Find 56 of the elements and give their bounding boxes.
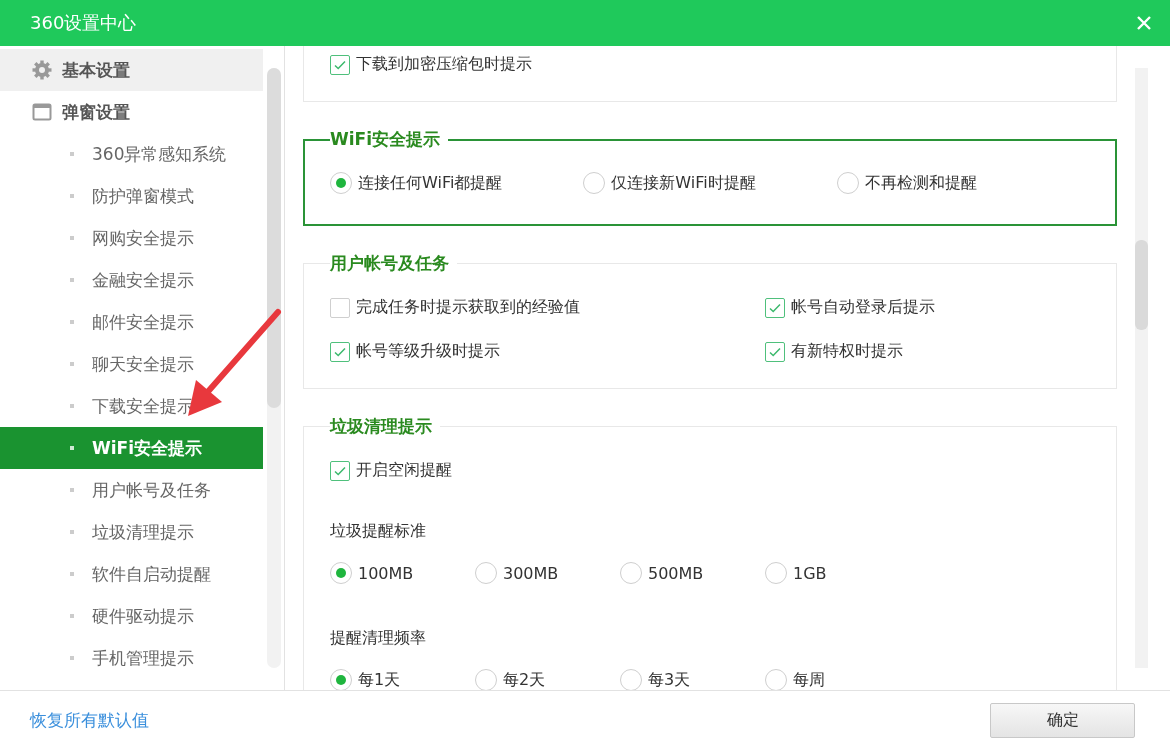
sidebar-item[interactable]: 用户帐号及任务 bbox=[0, 469, 263, 511]
scrollbar[interactable] bbox=[1135, 68, 1148, 668]
radio-option[interactable]: 仅连接新WiFi时提醒 bbox=[583, 172, 756, 194]
group-title: WiFi安全提示 bbox=[330, 128, 442, 151]
radio-option[interactable]: 每1天 bbox=[330, 669, 401, 690]
group-title: 垃圾清理提示 bbox=[330, 415, 433, 438]
radio-option[interactable]: 100MB bbox=[330, 562, 414, 584]
radio-option[interactable]: 1GB bbox=[765, 562, 827, 584]
radio-option[interactable]: 每3天 bbox=[620, 669, 691, 690]
scrollbar[interactable] bbox=[267, 68, 281, 668]
sidebar-item[interactable]: 手机管理提示 bbox=[0, 637, 263, 679]
checkbox[interactable]: 帐号自动登录后提示 bbox=[765, 297, 1090, 318]
radio-option[interactable]: 500MB bbox=[620, 562, 704, 584]
sidebar-item[interactable]: 软件自启动提醒 bbox=[0, 553, 263, 595]
checkbox-label: 帐号等级升级时提示 bbox=[356, 341, 500, 362]
field-label: 垃圾提醒标准 bbox=[330, 521, 427, 542]
window-title: 360设置中心 bbox=[30, 11, 137, 35]
close-icon[interactable] bbox=[1136, 15, 1152, 31]
sidebar-group[interactable]: 基本设置 bbox=[0, 49, 263, 91]
field-label: 提醒清理频率 bbox=[330, 628, 427, 649]
window-icon bbox=[32, 102, 52, 122]
checkbox-box[interactable] bbox=[330, 297, 350, 318]
checkbox-label: 有新特权时提示 bbox=[791, 341, 903, 362]
checkbox-label: 下载到加密压缩包时提示 bbox=[356, 54, 532, 75]
confirm-button[interactable]: 确定 bbox=[990, 703, 1135, 738]
radio-option[interactable]: 连接任何WiFi都提醒 bbox=[330, 172, 503, 194]
checkbox-box[interactable] bbox=[765, 297, 785, 318]
checkbox-box[interactable] bbox=[330, 341, 350, 362]
checkbox-label: 开启空闲提醒 bbox=[356, 460, 452, 481]
checkbox[interactable]: 开启空闲提醒 bbox=[330, 460, 1090, 481]
sidebar-item[interactable]: 防护弹窗模式 bbox=[0, 175, 263, 217]
sidebar-item[interactable]: 金融安全提示 bbox=[0, 259, 263, 301]
sidebar-item[interactable]: 网购安全提示 bbox=[0, 217, 263, 259]
checkbox[interactable]: 有新特权时提示 bbox=[765, 341, 1090, 362]
sidebar-item[interactable]: WiFi安全提示 bbox=[0, 427, 263, 469]
sidebar-item[interactable]: 360异常感知系统 bbox=[0, 133, 263, 175]
checkbox-label: 完成任务时提示获取到的经验值 bbox=[356, 297, 580, 318]
sidebar-item[interactable]: 硬件驱动提示 bbox=[0, 595, 263, 637]
sidebar-item[interactable]: 邮件安全提示 bbox=[0, 301, 263, 343]
checkbox-box[interactable] bbox=[765, 341, 785, 362]
checkbox-box[interactable] bbox=[330, 460, 350, 481]
checkbox-box[interactable] bbox=[330, 54, 350, 75]
sidebar-item[interactable]: 聊天安全提示 bbox=[0, 343, 263, 385]
checkbox[interactable]: 完成任务时提示获取到的经验值 bbox=[330, 297, 765, 318]
radio-option[interactable]: 每2天 bbox=[475, 669, 546, 690]
radio-option[interactable]: 每周 bbox=[765, 669, 825, 690]
restore-defaults-link[interactable]: 恢复所有默认值 bbox=[30, 709, 149, 732]
gear-icon bbox=[32, 60, 52, 80]
checkbox[interactable]: 帐号等级升级时提示 bbox=[330, 341, 765, 362]
sidebar-item[interactable]: 垃圾清理提示 bbox=[0, 511, 263, 553]
sidebar-group[interactable]: 弹窗设置 bbox=[0, 91, 263, 133]
group-title: 用户帐号及任务 bbox=[330, 252, 450, 275]
radio-option[interactable]: 不再检测和提醒 bbox=[836, 172, 977, 194]
radio-option[interactable]: 300MB bbox=[475, 562, 559, 584]
checkbox[interactable]: 下载到加密压缩包时提示 bbox=[330, 54, 1090, 75]
checkbox-label: 帐号自动登录后提示 bbox=[791, 297, 935, 318]
